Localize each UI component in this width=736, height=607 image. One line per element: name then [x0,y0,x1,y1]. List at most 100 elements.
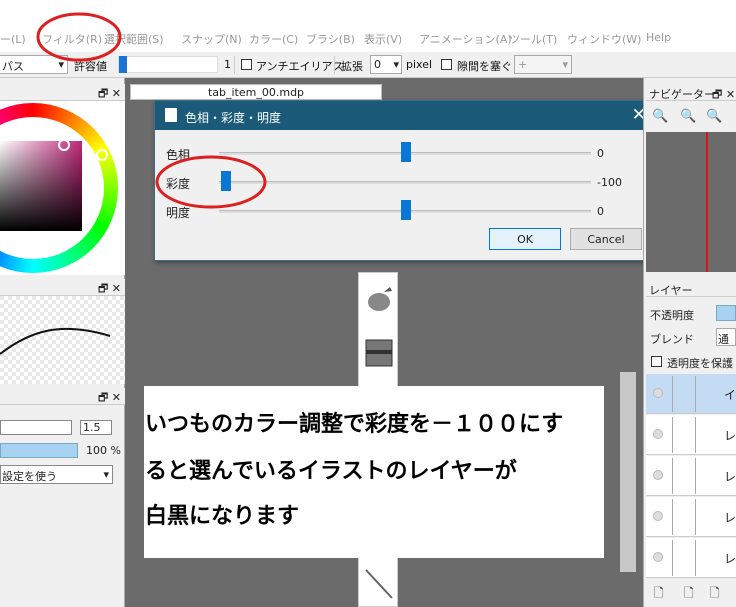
eye-icon[interactable] [653,470,663,480]
eye-icon[interactable] [653,552,663,562]
menu-view[interactable]: 表示(V) [364,31,402,47]
hue-value: 0 [597,147,604,160]
chest-icon [362,334,396,372]
layer-name: レイ [724,511,736,525]
layer-row[interactable]: レイ [646,456,736,496]
dialog-title-bar[interactable]: 色相・彩度・明度 ✕ [155,101,655,130]
layer-row[interactable]: イ [646,374,736,414]
canvas-scrollbar[interactable] [620,372,636,572]
gap-close-label: 隙間を塞ぐ [457,60,512,73]
navigator-title: ナビゲーター [649,88,715,101]
hue-picker-handle[interactable] [96,149,108,161]
menu-selection[interactable]: 選択範囲(S) [104,31,164,47]
chevron-down-icon: ▾ [393,58,399,71]
layer-row[interactable]: レイ [646,497,736,537]
expand-select-value: 0 [374,58,381,71]
mode-select[interactable]: パス ▾ [0,55,68,74]
layer-actions-bar: 🗋 🗋 🗋 [646,578,736,607]
navigator-view-indicator [706,132,708,272]
brush-setting-value: 設定を使う [2,470,57,483]
expand-select[interactable]: 0 ▾ [370,55,402,74]
menu-snap[interactable]: スナップ(N) [181,31,242,47]
tolerance-label: 許容値 [74,60,107,73]
protect-alpha-checkbox[interactable] [651,356,662,367]
navigator-toolbar: 🔍 🔍 🔍 [646,104,736,130]
zoom-out-icon[interactable]: 🔍 [680,109,696,124]
layer-thumbnail [672,499,696,535]
antialias-checkbox[interactable] [241,59,252,70]
saturation-value: -100 [597,176,622,189]
layer-opacity-label: 不透明度 [650,309,694,322]
layer-thumbnail [672,417,696,453]
brush-preview-header: 🗗 ✕ [0,279,125,296]
new-layer-icon[interactable]: 🗋 [654,584,664,605]
panel-window-buttons[interactable]: 🗗 ✕ [712,86,735,105]
eye-icon[interactable] [653,429,663,439]
layer-name: レイ [724,470,736,484]
layer-row[interactable]: レイ [646,415,736,455]
layer-row[interactable]: レイ [646,538,736,578]
tolerance-slider[interactable] [118,56,218,73]
blend-select[interactable]: 通 [716,328,736,346]
sv-picker-handle[interactable] [58,139,70,151]
chevron-down-icon: ▾ [58,58,64,71]
menu-filter[interactable]: フィルタ(R) [42,31,102,47]
hue-label: 色相 [166,148,191,162]
color-wheel-panel[interactable] [0,101,125,275]
saturation-slider-track[interactable] [219,181,591,184]
menu-window[interactable]: ウィンドウ(W) [567,31,641,47]
gap-close-checkbox[interactable] [441,59,452,70]
layer-name: レイ [724,552,736,566]
document-tab[interactable]: tab_item_00.mdp [130,84,382,100]
lightness-label: 明度 [166,206,191,220]
protect-alpha-label: 透明度を保護 [667,357,733,370]
eye-icon[interactable] [653,388,663,398]
menu-help[interactable]: Help [646,31,671,44]
menu-tool[interactable]: ツール(T) [509,31,557,47]
menu-layer[interactable]: ー(L) [0,31,26,47]
lightness-slider-thumb[interactable] [401,200,411,220]
menu-brush[interactable]: ブラシ(B) [306,31,355,47]
chevron-down-icon: ▾ [103,468,109,481]
menu-animation[interactable]: アニメーション(A) [419,31,512,47]
stroke-sample [0,327,111,355]
unit-label: pixel [406,58,433,71]
lightness-value: 0 [597,205,604,218]
zoom-fit-icon[interactable]: 🔍 [706,109,722,124]
zoom-in-icon[interactable]: 🔍 [652,109,668,124]
eye-icon[interactable] [653,511,663,521]
layer-name: イ [724,388,736,402]
sprite-item-icon [362,282,396,320]
layer-name: レイ [724,429,736,443]
annotation-box: いつものカラー調整で彩度を－１００にす ると選んでいるイラストのレイヤーが 白黒… [144,386,604,558]
menu-color[interactable]: カラー(C) [249,31,298,47]
saturation-value-square[interactable] [0,141,82,231]
panel-window-buttons[interactable]: 🗗 ✕ [98,389,121,408]
cancel-button[interactable]: Cancel [570,228,642,250]
color-panel-header: 🗗 ✕ [0,84,125,101]
hue-slider-thumb[interactable] [401,142,411,162]
opacity-slider[interactable] [0,443,78,458]
gap-select[interactable]: + ▾ [514,55,572,74]
annotation-line-2: ると選んでいるイラストのレイヤーが [145,459,517,484]
ok-button[interactable]: OK [489,228,561,250]
toolbar-divider [334,56,335,74]
navigator-preview[interactable] [646,132,736,272]
brush-size-slider[interactable] [0,420,72,435]
toolbar: パス ▾ 許容値 1 アンチエイリアス 拡張 0 ▾ pixel 隙間を塞ぐ +… [0,52,736,78]
layer-opacity-slider[interactable] [716,305,736,321]
saturation-slider-thumb[interactable] [221,171,231,191]
tolerance-value: 1 [224,58,231,71]
menubar: ー(L) フィルタ(R) 選択範囲(S) スナップ(N) カラー(C) ブラシ(… [0,0,736,52]
blend-label: ブレンド [650,333,694,346]
antialias-label: アンチエイリアス [256,60,344,73]
new-8bit-layer-icon[interactable]: 🗋 [684,584,694,605]
tolerance-slider-thumb[interactable] [119,56,127,73]
brush-setting-select[interactable]: 設定を使う ▾ [0,465,113,484]
brush-stroke-preview [0,296,125,384]
brush-size-input[interactable]: 1.5 [80,420,112,435]
app-icon [165,108,177,122]
new-1bit-layer-icon[interactable]: 🗋 [710,584,720,605]
layer-panel-header: レイヤー [646,280,736,297]
layer-panel-title: レイヤー [649,284,693,297]
